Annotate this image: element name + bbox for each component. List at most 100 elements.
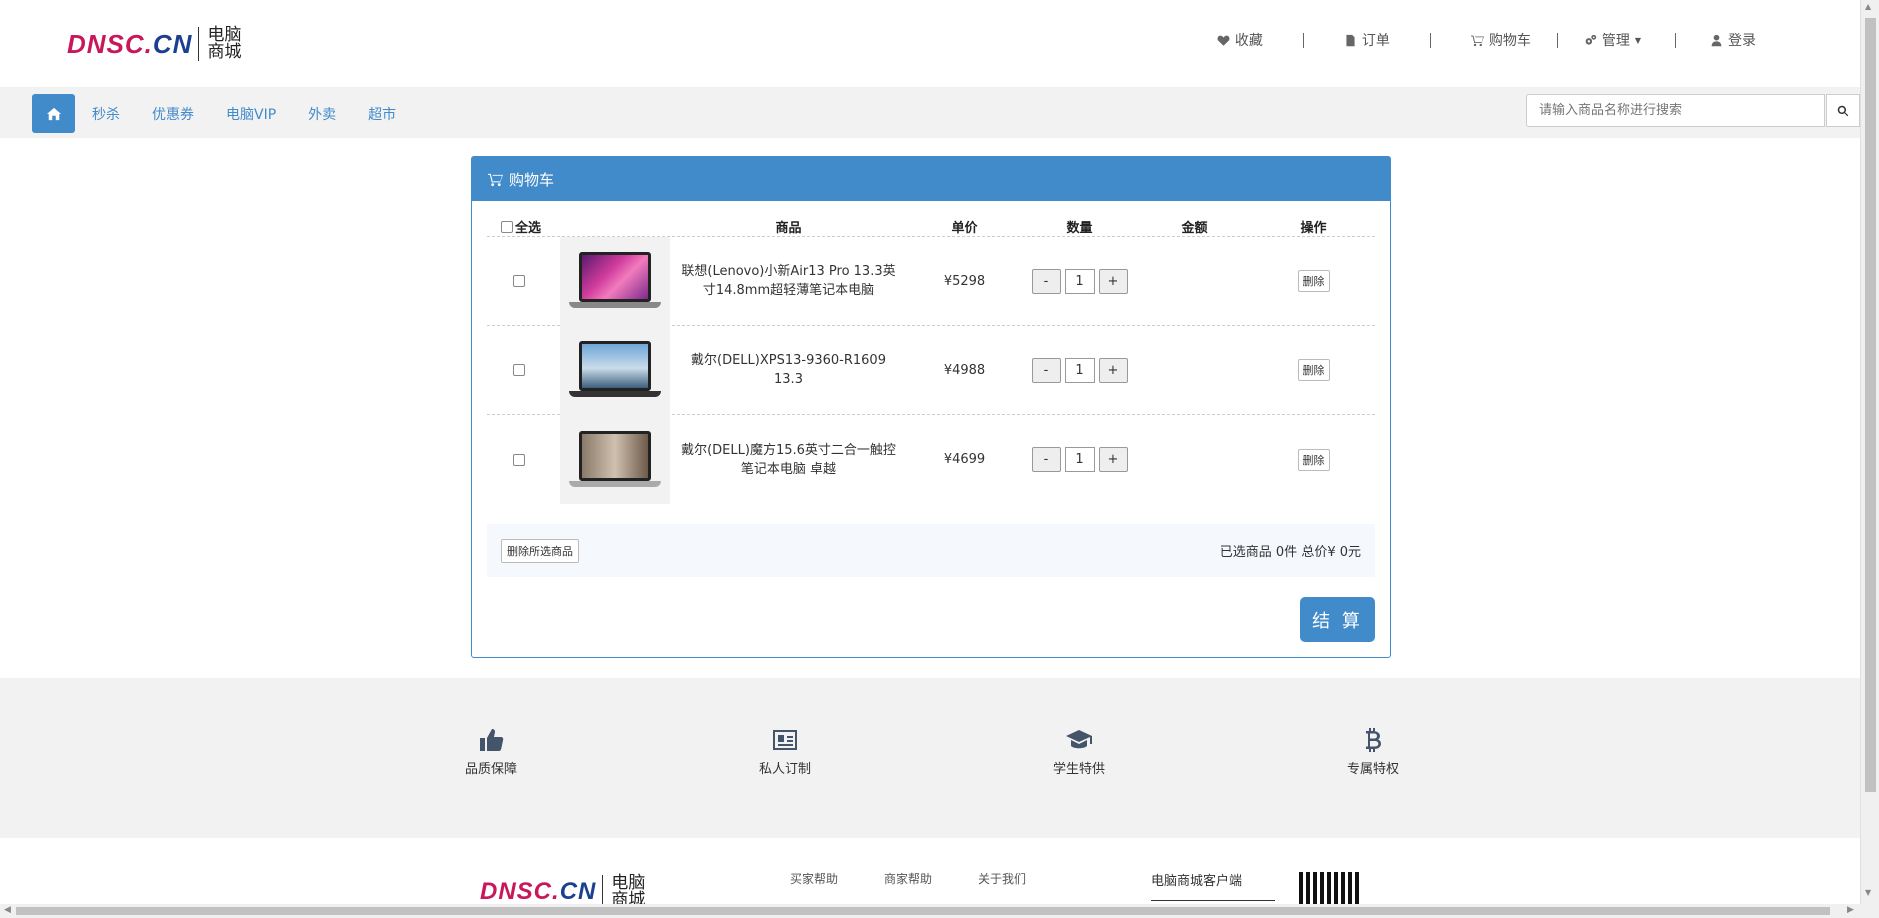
client-app-label: 电脑商城客户端 <box>1151 874 1243 889</box>
features-strip: 品质保障 私人订制 学生特供 专属特权 <box>0 678 1860 838</box>
nav-link-seckill[interactable]: 秒杀 <box>92 104 120 124</box>
header-product: 商品 <box>775 221 802 236</box>
cart-row: 戴尔(DELL)XPS13-9360-R1609 13.3 ¥4988 - 1 … <box>487 325 1375 415</box>
footer-logo[interactable]: DNSC.CN 电脑商城 <box>480 874 651 904</box>
logo-divider <box>198 27 200 61</box>
thumbs-up-icon <box>480 729 504 751</box>
footer-link-buyer-help[interactable]: 买家帮助 <box>790 870 838 887</box>
increase-button[interactable]: + <box>1098 357 1128 383</box>
quantity-input[interactable]: 1 <box>1064 268 1095 294</box>
favorites-link[interactable]: 收藏 <box>1217 30 1263 50</box>
delete-button[interactable]: 删除 <box>1297 448 1330 471</box>
product-name[interactable]: 联想(Lenovo)小新Air13 Pro 13.3英寸14.8mm超轻薄笔记本… <box>670 262 907 300</box>
scroll-left-arrow-icon[interactable]: ◀ <box>4 905 11 915</box>
feature-label: 学生特供 <box>1052 762 1105 777</box>
item-checkbox[interactable] <box>512 453 525 466</box>
select-all-cell: 全选 <box>487 217 560 236</box>
search-button[interactable] <box>1826 94 1860 127</box>
feature-custom[interactable]: 私人订制 <box>745 726 825 777</box>
cart-panel: 购物车 全选 商品 单价 数量 金额 操作 联想(Lenovo)小新Air13 … <box>471 156 1391 658</box>
footer-link-about[interactable]: 关于我们 <box>978 870 1026 887</box>
quantity-stepper: - 1 + <box>1022 268 1137 294</box>
search-input[interactable] <box>1526 94 1825 127</box>
laptop-image <box>567 339 663 401</box>
nav-link-takeout[interactable]: 外卖 <box>308 104 336 124</box>
nav-link-vip[interactable]: 电脑VIP <box>226 104 276 124</box>
decrease-button[interactable]: - <box>1031 357 1061 383</box>
logo-cn-text: 电脑商城 <box>611 873 646 905</box>
item-checkbox[interactable] <box>512 364 525 376</box>
search-icon <box>1837 105 1849 116</box>
decrease-button[interactable]: - <box>1031 268 1061 294</box>
footer-link-seller-help[interactable]: 商家帮助 <box>884 870 932 887</box>
scroll-down-arrow-icon[interactable]: ▼ <box>1865 888 1871 897</box>
feature-student[interactable]: 学生特供 <box>1039 726 1119 777</box>
product-image[interactable] <box>560 325 670 415</box>
product-name[interactable]: 戴尔(DELL)魔方15.6英寸二合一触控笔记本电脑 卓越 <box>670 441 907 479</box>
quantity-stepper: - 1 + <box>1022 447 1137 472</box>
header-amount: 金额 <box>1181 221 1208 236</box>
id-card-icon <box>773 730 797 750</box>
quantity-stepper: - 1 + <box>1022 357 1137 383</box>
cart-table-header: 全选 商品 单价 数量 金额 操作 <box>487 217 1375 237</box>
nav-link-supermarket[interactable]: 超市 <box>368 104 396 124</box>
scroll-right-arrow-icon[interactable]: ▶ <box>1847 905 1854 915</box>
feature-quality[interactable]: 品质保障 <box>451 726 531 777</box>
unit-price: ¥4988 <box>943 362 986 378</box>
nav-link-coupons[interactable]: 优惠券 <box>152 104 194 124</box>
home-icon <box>46 107 61 120</box>
cart-summary-bar: 删除所选商品 已选商品 0件 总价¥ 0元 <box>487 524 1375 577</box>
vertical-scroll-thumb[interactable] <box>1865 18 1876 792</box>
logo-text: DNSC.CN <box>480 878 597 904</box>
horizontal-scroll-thumb[interactable] <box>16 907 1830 915</box>
cart-panel-header: 购物车 <box>472 157 1390 201</box>
cart-table: 全选 商品 单价 数量 金额 操作 联想(Lenovo)小新Air13 Pro … <box>487 217 1375 504</box>
feature-label: 专属特权 <box>1346 762 1399 777</box>
decrease-button[interactable]: - <box>1031 447 1061 472</box>
quantity-input[interactable]: 1 <box>1064 357 1095 383</box>
increase-button[interactable]: + <box>1098 447 1128 472</box>
feature-privilege[interactable]: 专属特权 <box>1333 726 1413 777</box>
login-label: 登录 <box>1728 33 1756 49</box>
cart-row: 联想(Lenovo)小新Air13 Pro 13.3英寸14.8mm超轻薄笔记本… <box>487 236 1375 326</box>
vertical-scrollbar[interactable]: ▲ ▼ <box>1860 0 1879 918</box>
delete-selected-button[interactable]: 删除所选商品 <box>501 538 579 563</box>
orders-link[interactable]: 订单 <box>1344 30 1390 50</box>
product-image[interactable] <box>560 415 670 504</box>
footer-links: 买家帮助 商家帮助 关于我们 <box>790 870 1026 887</box>
manage-label: 管理 <box>1601 33 1630 49</box>
feature-label: 品质保障 <box>464 762 517 777</box>
checkout-button[interactable]: 结 算 <box>1300 597 1375 642</box>
header-action: 操作 <box>1300 221 1327 236</box>
increase-button[interactable]: + <box>1098 268 1128 294</box>
cart-title: 购物车 <box>509 170 555 189</box>
horizontal-scrollbar[interactable]: ◀ ▶ <box>0 904 1860 918</box>
select-all-checkbox[interactable] <box>501 220 513 233</box>
manage-dropdown[interactable]: 管理 ▼ <box>1584 30 1641 50</box>
orders-label: 订单 <box>1361 33 1390 49</box>
cart-link[interactable]: 购物车 <box>1470 30 1531 50</box>
logo-text: DNSC.CN <box>67 28 193 59</box>
home-button[interactable] <box>32 94 75 133</box>
login-link[interactable]: 登录 <box>1710 30 1756 50</box>
laptop-image <box>567 429 663 491</box>
laptop-image <box>567 250 663 312</box>
client-underline <box>1151 900 1275 901</box>
product-image[interactable] <box>560 236 670 326</box>
unit-price: ¥4699 <box>943 452 986 467</box>
selection-summary: 已选商品 0件 总价¥ 0元 <box>1219 545 1361 560</box>
product-name[interactable]: 戴尔(DELL)XPS13-9360-R1609 13.3 <box>670 351 907 389</box>
unit-price: ¥5298 <box>943 273 986 289</box>
heart-icon <box>1217 35 1230 46</box>
nav-links: 秒杀 优惠券 电脑VIP 外卖 超市 <box>92 104 396 124</box>
cart-row: 戴尔(DELL)魔方15.6英寸二合一触控笔记本电脑 卓越 ¥4699 - 1 … <box>487 415 1375 504</box>
delete-button[interactable]: 删除 <box>1297 359 1330 381</box>
item-checkbox[interactable] <box>512 275 525 287</box>
nav-divider <box>1675 32 1676 48</box>
page: DNSC.CN 电脑商城 收藏 订单 购物车 管理 ▼ 登录 秒杀 优惠券 电脑… <box>0 0 1879 918</box>
scroll-up-arrow-icon[interactable]: ▲ <box>1865 2 1871 11</box>
quantity-input[interactable]: 1 <box>1064 447 1095 472</box>
site-logo[interactable]: DNSC.CN 电脑商城 <box>67 26 247 62</box>
delete-button[interactable]: 删除 <box>1297 270 1330 292</box>
favorites-label: 收藏 <box>1234 33 1263 49</box>
